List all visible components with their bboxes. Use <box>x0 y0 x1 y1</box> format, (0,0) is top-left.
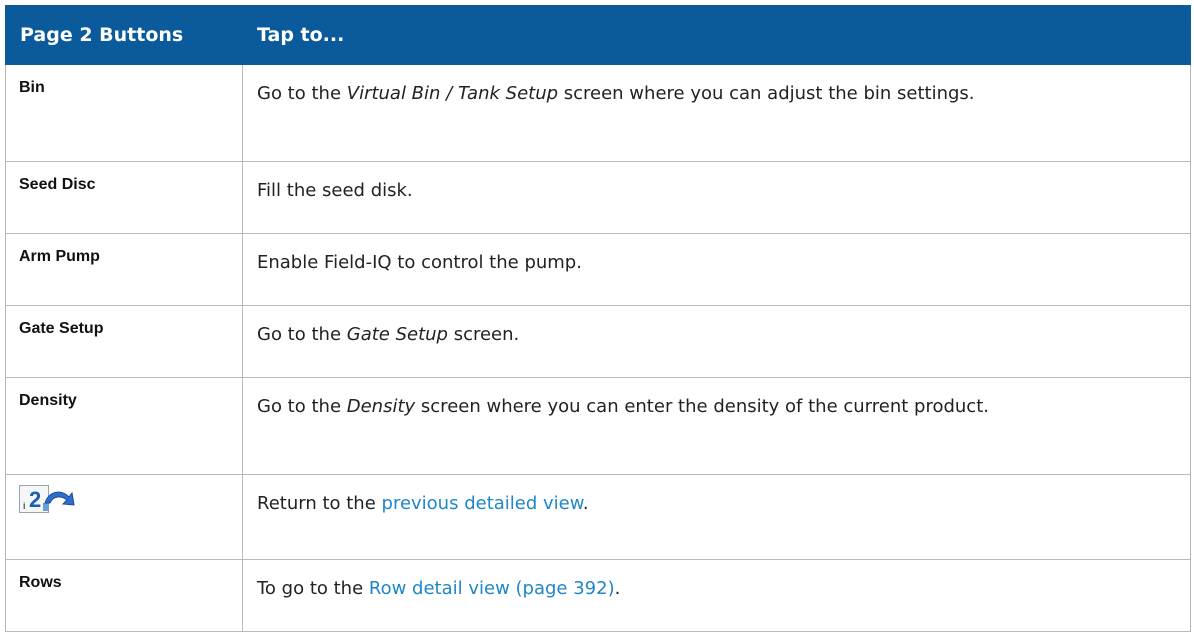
table-row: Rows To go to the Row detail view (page … <box>5 559 1191 632</box>
row-description: Enable Field-IQ to control the pump. <box>242 233 1191 306</box>
desc-text: Go to the <box>257 324 347 345</box>
desc-text: . <box>614 578 621 599</box>
desc-text: Go to the <box>257 83 347 104</box>
button-name-rows: Rows <box>5 559 243 632</box>
table-row: i 2 Return to the previous detailed view… <box>5 474 1191 560</box>
svg-text:i: i <box>23 501 26 511</box>
svg-text:2: 2 <box>29 487 41 512</box>
buttons-table: Page 2 Buttons Tap to... Bin Go to the V… <box>5 5 1191 632</box>
button-name-gate-setup: Gate Setup <box>5 305 243 378</box>
desc-text: . <box>582 493 589 514</box>
header-page2-buttons: Page 2 Buttons <box>5 5 243 65</box>
table-row: Arm Pump Enable Field-IQ to control the … <box>5 233 1191 306</box>
table-row: Gate Setup Go to the Gate Setup screen. <box>5 305 1191 378</box>
desc-text: To go to the <box>257 578 369 599</box>
row-description: Go to the Density screen where you can e… <box>242 377 1191 475</box>
desc-text: Return to the <box>257 493 382 514</box>
row-description: Go to the Virtual Bin / Tank Setup scree… <box>242 64 1191 162</box>
row-description: Return to the previous detailed view. <box>242 474 1191 560</box>
desc-text: Go to the <box>257 396 347 417</box>
button-name-arm-pump: Arm Pump <box>5 233 243 306</box>
desc-text: screen. <box>447 324 520 345</box>
screen-name: Gate Setup <box>346 324 448 345</box>
button-name-density: Density <box>5 377 243 475</box>
table-row: Seed Disc Fill the seed disk. <box>5 161 1191 234</box>
screen-name: Density <box>346 396 416 417</box>
page-2-return-icon: i 2 <box>19 483 79 513</box>
table-row: Bin Go to the Virtual Bin / Tank Setup s… <box>5 64 1191 162</box>
header-tap-to: Tap to... <box>242 5 1191 65</box>
screen-name: Virtual Bin / Tank Setup <box>346 83 559 104</box>
button-name-seed-disc: Seed Disc <box>5 161 243 234</box>
desc-text: screen where you can enter the density o… <box>415 396 989 417</box>
row-description: Fill the seed disk. <box>242 161 1191 234</box>
row-description: Go to the Gate Setup screen. <box>242 305 1191 378</box>
table-header-row: Page 2 Buttons Tap to... <box>5 5 1191 65</box>
desc-text: screen where you can adjust the bin sett… <box>558 83 975 104</box>
row-description: To go to the Row detail view (page 392). <box>242 559 1191 632</box>
table-row: Density Go to the Density screen where y… <box>5 377 1191 475</box>
row-detail-view-link[interactable]: Row detail view (page 392) <box>369 578 615 599</box>
previous-detailed-view-link[interactable]: previous detailed view <box>382 493 583 514</box>
button-name-bin: Bin <box>5 64 243 162</box>
icon-cell: i 2 <box>5 474 243 560</box>
